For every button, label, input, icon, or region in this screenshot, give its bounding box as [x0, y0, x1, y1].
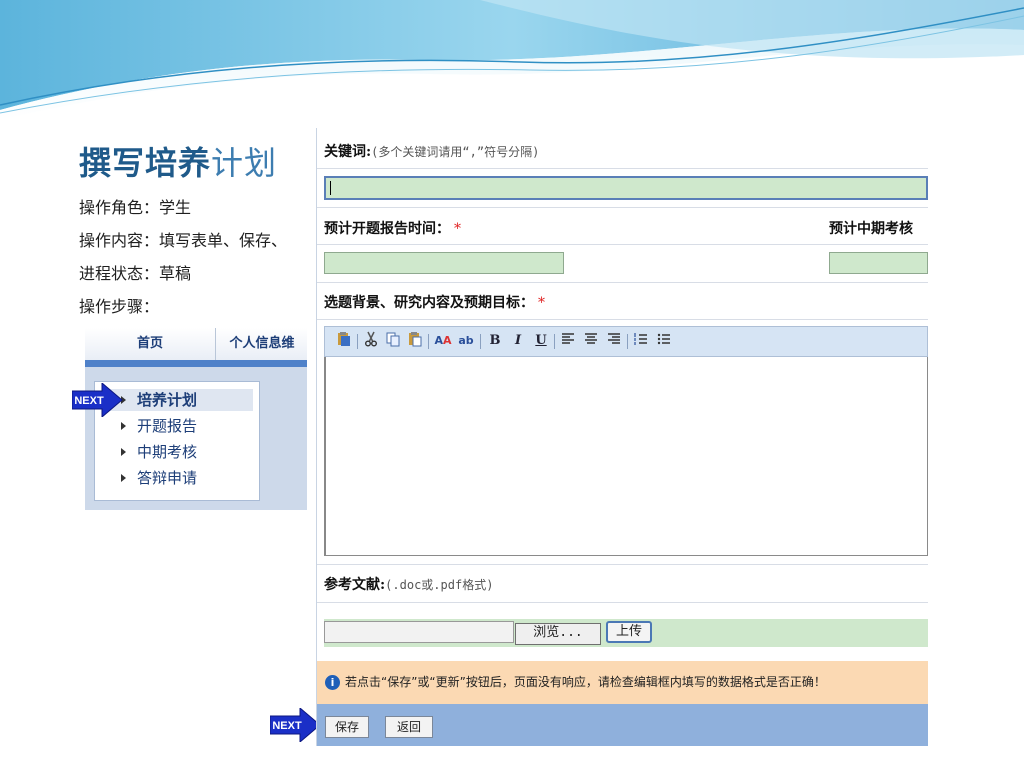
operation-content: 操作内容：填写表单、保存、: [79, 231, 288, 250]
ordered-list-icon[interactable]: [631, 331, 651, 351]
research-background-text: 选题背景、研究内容及预期目标：: [324, 295, 534, 311]
underline-icon[interactable]: U: [531, 331, 551, 351]
operation-role: 操作角色：学生: [79, 198, 192, 217]
upload-button[interactable]: 上传: [606, 621, 652, 643]
next-arrow-icon: NEXT: [270, 708, 321, 742]
align-right-icon[interactable]: [604, 331, 624, 351]
rich-text-editor[interactable]: [324, 357, 928, 556]
nav-tab-home[interactable]: 首页: [85, 328, 215, 360]
divider: [317, 282, 928, 283]
bold-icon[interactable]: B: [485, 331, 505, 351]
operation-steps: 操作步骤：: [79, 297, 160, 316]
divider: [317, 244, 928, 245]
menu-item-midterm-review[interactable]: 中期考核: [103, 441, 253, 463]
top-nav-bar: 首页 个人信息维: [85, 328, 307, 367]
action-bar: 保存 返回: [317, 704, 928, 746]
paste-icon[interactable]: [405, 331, 425, 351]
slide-title-light: 计划: [211, 144, 278, 182]
align-center-icon[interactable]: [581, 331, 601, 351]
file-upload-row: 浏览... 上传: [324, 619, 928, 647]
next-arrow-label: NEXT: [272, 720, 302, 732]
divider: [317, 319, 928, 320]
divider: [317, 564, 928, 565]
replace-icon[interactable]: ab: [455, 331, 477, 351]
slide-title: 撰写培养计划: [79, 142, 277, 184]
process-status: 进程状态：草稿: [79, 264, 192, 283]
references-hint: (.doc或.pdf格式): [385, 578, 494, 592]
notice-text: 若点击“保存”或“更新”按钮后，页面没有响应，请检查编辑框内填写的数据格式是否正…: [345, 675, 826, 689]
references-label-text: 参考文献:: [324, 577, 386, 593]
keywords-label: 关键词:(多个关键词请用“,”符号分隔): [324, 141, 539, 161]
opening-report-time-text: 预计开题报告时间：: [324, 221, 450, 237]
save-button[interactable]: 保存: [325, 716, 369, 738]
header-wave-decoration: [0, 0, 1024, 125]
copy-icon[interactable]: [383, 331, 403, 351]
midterm-review-date-input[interactable]: [829, 252, 928, 274]
references-label: 参考文献:(.doc或.pdf格式): [324, 574, 493, 594]
menu-item-defense-application[interactable]: 答辩申请: [103, 467, 253, 489]
cut-icon[interactable]: [361, 331, 381, 351]
editor-toolbar: AA ab B I U: [324, 326, 928, 357]
menu-item-label: 中期考核: [137, 443, 198, 461]
menu-item-label: 开题报告: [137, 417, 198, 435]
slide-title-bold: 撰写培养: [79, 144, 212, 182]
align-left-icon[interactable]: [558, 331, 578, 351]
browse-button[interactable]: 浏览...: [515, 623, 601, 645]
bullet-triangle-icon: [121, 448, 126, 456]
text-caret: [330, 181, 331, 195]
required-mark: *: [538, 295, 545, 311]
divider: [317, 168, 928, 169]
form-screenshot: 关键词:(多个关键词请用“,”符号分隔) 预计开题报告时间： * 预计中期考核 选…: [316, 128, 928, 746]
next-arrow-icon: NEXT: [72, 383, 123, 417]
bullet-triangle-icon: [121, 422, 126, 430]
toolbar-separator: [627, 334, 628, 349]
next-arrow-label: NEXT: [74, 395, 104, 407]
bullet-triangle-icon: [121, 474, 126, 482]
file-path-input[interactable]: [324, 621, 514, 643]
midterm-review-time-label: 预计中期考核: [829, 221, 913, 237]
menu-item-label: 答辩申请: [137, 469, 198, 487]
italic-icon[interactable]: I: [508, 331, 528, 351]
research-background-label: 选题背景、研究内容及预期目标： *: [324, 292, 545, 312]
opening-report-time-label: 预计开题报告时间： *: [324, 218, 461, 238]
keywords-label-text: 关键词:: [324, 144, 372, 160]
toolbar-separator: [554, 334, 555, 349]
info-icon: i: [325, 675, 340, 690]
divider: [317, 602, 928, 603]
menu-item-label: 培养计划: [137, 391, 198, 409]
opening-report-date-input[interactable]: [324, 252, 564, 274]
toolbar-separator: [357, 334, 358, 349]
find-icon[interactable]: AA: [432, 331, 454, 351]
paste-word-icon[interactable]: [334, 331, 354, 351]
divider: [317, 207, 928, 208]
unordered-list-icon[interactable]: [654, 331, 674, 351]
menu-item-proposal-report[interactable]: 开题报告: [103, 415, 253, 437]
nav-tab-personal-info[interactable]: 个人信息维: [215, 328, 308, 360]
required-mark: *: [454, 221, 461, 237]
nav-screenshot: 首页 个人信息维 培养计划 开题报告 中期考核 答辩申请: [85, 328, 307, 510]
warning-notice: i 若点击“保存”或“更新”按钮后，页面没有响应，请检查编辑框内填写的数据格式是…: [317, 661, 928, 704]
back-button[interactable]: 返回: [385, 716, 433, 738]
toolbar-separator: [428, 334, 429, 349]
keywords-hint: (多个关键词请用“,”符号分隔): [371, 145, 540, 159]
keywords-input[interactable]: [324, 176, 928, 200]
menu-item-training-plan[interactable]: 培养计划: [103, 389, 253, 411]
toolbar-separator: [480, 334, 481, 349]
